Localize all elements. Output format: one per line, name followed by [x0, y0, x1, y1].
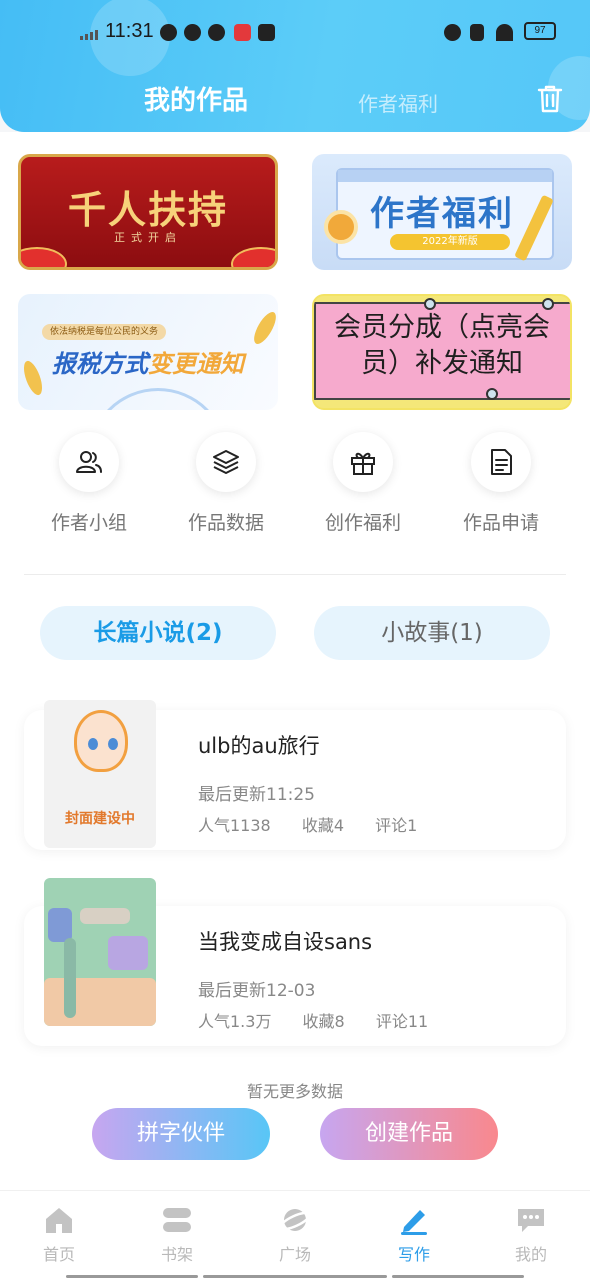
- quick-work-apply[interactable]: 作品申请: [446, 432, 556, 535]
- pen-icon: [401, 1210, 427, 1235]
- cover-placeholder-text: 封面建设中: [65, 811, 135, 827]
- comments-count: 评论11: [375, 1012, 429, 1031]
- cloud-decor: [231, 247, 275, 267]
- trash-icon[interactable]: [537, 84, 563, 114]
- gift-icon: [351, 452, 375, 475]
- pin-decor: [424, 298, 436, 310]
- app-icon: [234, 24, 251, 41]
- main-content: 千人扶持 正式开启 作者福利 2022年新版 依法纳税是每位公民的义务 报税方式…: [0, 132, 590, 1190]
- banner-support[interactable]: 千人扶持 正式开启: [18, 154, 278, 270]
- tab-long-novel[interactable]: 长篇小说(2): [40, 606, 276, 660]
- signal-icon: [80, 28, 102, 40]
- alarm-clock-icon: [324, 210, 358, 244]
- quick-author-group[interactable]: 作者小组: [34, 432, 144, 535]
- tab-label: 广场: [278, 1245, 311, 1264]
- banner-subtitle: 正式开启: [114, 231, 182, 244]
- create-work-button[interactable]: 创建作品: [320, 1108, 498, 1160]
- banner-member-share[interactable]: 会员分成（点亮会 员）补发通知: [312, 294, 572, 410]
- favorites-count: 收藏8: [302, 1012, 345, 1031]
- quick-work-data[interactable]: 作品数据: [171, 432, 281, 535]
- work-card[interactable]: 当我变成自设sans 最后更新12-03 人气1.3万 收藏8 评论11: [24, 878, 566, 1046]
- quick-creation-benefits[interactable]: 创作福利: [308, 432, 418, 535]
- dial-decor: [88, 388, 228, 410]
- document-icon: [491, 449, 512, 475]
- users-icon: [76, 451, 102, 473]
- quick-action-label: 作品数据: [187, 512, 264, 534]
- word-partner-button[interactable]: 拼字伙伴: [92, 1108, 270, 1160]
- planet-icon: [279, 1209, 311, 1231]
- banner-title: 报税方式变更通知: [52, 350, 244, 378]
- wifi-icon: [496, 24, 513, 41]
- tab-label: 首页: [42, 1245, 75, 1264]
- cloud-icon: [160, 24, 177, 41]
- quick-action-label: 创作福利: [324, 512, 401, 534]
- cloud-decor: [21, 247, 67, 267]
- cover-art: [80, 908, 130, 924]
- leaf-decor: [249, 308, 278, 348]
- work-cover[interactable]: [44, 878, 156, 1026]
- work-stats: 人气1138 收藏4 评论1: [198, 812, 443, 836]
- banner-tax-notice[interactable]: 依法纳税是每位公民的义务 报税方式变更通知: [18, 294, 278, 410]
- banner-subtitle: 2022年新版: [390, 234, 510, 250]
- banner-title: 会员分成（点亮会 员）补发通知: [334, 312, 550, 379]
- quick-action-label: 作品申请: [462, 512, 539, 534]
- battery-indicator: 97: [524, 22, 556, 40]
- chat-icon: [518, 1209, 544, 1232]
- cover-art: [108, 936, 148, 970]
- tab-my-works[interactable]: 我的作品: [144, 80, 248, 117]
- work-last-updated: 最后更新12-03: [198, 981, 316, 1001]
- tabbar-home[interactable]: 首页: [19, 1205, 99, 1265]
- scroll-indicator: [66, 1275, 198, 1278]
- tabbar-bookshelf[interactable]: 书架: [137, 1205, 217, 1265]
- banner-author-benefits[interactable]: 作者福利 2022年新版: [312, 154, 572, 270]
- alarm-icon: [444, 24, 461, 41]
- pin-decor: [486, 388, 498, 400]
- scroll-indicator: [203, 1275, 387, 1278]
- quick-action-label: 作者小组: [50, 512, 127, 534]
- work-title[interactable]: 当我变成自设sans: [198, 926, 372, 956]
- cover-art: [44, 978, 156, 1026]
- status-time: 11:31: [105, 20, 154, 42]
- banner-title: 千人扶持: [67, 187, 228, 232]
- bookshelf-icon: [163, 1208, 191, 1232]
- layers-icon: [213, 450, 239, 474]
- avatar-eye: [88, 738, 98, 750]
- favorites-count: 收藏4: [301, 816, 345, 835]
- tab-label: 书架: [160, 1245, 193, 1264]
- divider: [24, 574, 566, 575]
- pin-decor: [542, 298, 554, 310]
- avatar-eye: [108, 738, 118, 750]
- tab-short-story[interactable]: 小故事(1): [314, 606, 550, 660]
- cover-art: [48, 908, 72, 942]
- avatar: [74, 710, 128, 772]
- no-more-data: 暂无更多数据: [246, 1082, 343, 1101]
- work-last-updated: 最后更新11:25: [198, 785, 315, 805]
- tabbar-write[interactable]: 写作: [374, 1205, 454, 1265]
- app-icon: [208, 24, 225, 41]
- app-icon: [184, 24, 201, 41]
- work-card[interactable]: 封面建设中 ulb的au旅行 最后更新11:25 人气1138 收藏4 评论1: [24, 700, 566, 850]
- banner-tag: 依法纳税是每位公民的义务: [42, 324, 166, 340]
- header: 11:31 97 我的作品 作者福利: [0, 0, 590, 132]
- comments-count: 评论1: [375, 816, 418, 835]
- tab-author-benefits[interactable]: 作者福利: [358, 88, 438, 117]
- home-icon: [46, 1208, 72, 1233]
- tab-label: 我的: [514, 1245, 547, 1264]
- tabbar-square[interactable]: 广场: [255, 1205, 335, 1265]
- work-stats: 人气1.3万 收藏8 评论11: [198, 1008, 454, 1032]
- popularity-count: 人气1138: [198, 816, 271, 835]
- work-cover[interactable]: 封面建设中: [44, 700, 156, 848]
- scroll-indicator: [392, 1275, 524, 1278]
- vibrate-icon: [470, 24, 484, 41]
- bottom-tab-bar: 首页 书架 广场 写作 我的: [0, 1190, 590, 1280]
- app-icon: [258, 24, 275, 41]
- tabbar-me[interactable]: 我的: [491, 1205, 571, 1265]
- status-bar: 11:31 97: [0, 18, 590, 48]
- tab-label: 写作: [397, 1245, 430, 1264]
- cover-art: [64, 938, 76, 1018]
- popularity-count: 人气1.3万: [198, 1012, 272, 1031]
- work-title[interactable]: ulb的au旅行: [198, 730, 320, 760]
